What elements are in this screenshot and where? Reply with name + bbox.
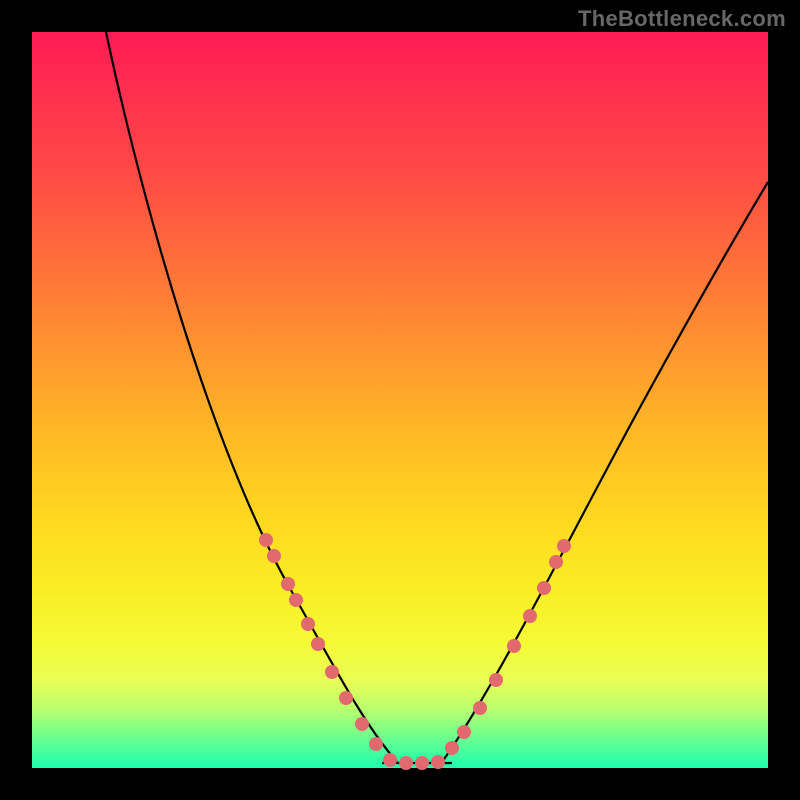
curve-layer [32,32,768,768]
watermark-text: TheBottleneck.com [578,6,786,32]
curve-left [106,32,397,762]
markers-bottom [383,753,445,770]
chart-frame: TheBottleneck.com [0,0,800,800]
plot-area [32,32,768,768]
curve-right [442,182,768,762]
